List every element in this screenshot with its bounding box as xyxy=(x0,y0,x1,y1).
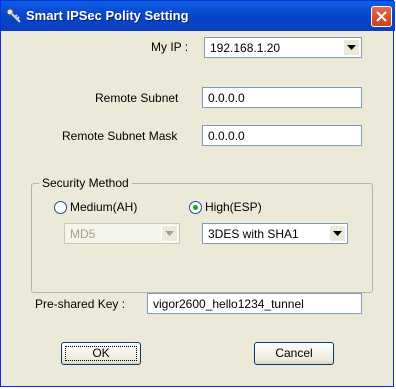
cancel-button[interactable]: Cancel xyxy=(254,342,334,365)
preshared-key-input[interactable]: vigor2600_hello1234_tunnel xyxy=(147,293,362,314)
remote-subnet-mask-label: Remote Subnet Mask xyxy=(62,129,178,143)
medium-ah-radio[interactable] xyxy=(54,201,67,214)
chevron-down-icon xyxy=(165,231,174,236)
medium-ah-label[interactable]: Medium(AH) xyxy=(70,200,137,214)
dropdown-arrow[interactable] xyxy=(329,225,346,242)
medium-algorithm-select: MD5 xyxy=(64,223,180,244)
radio-selected-dot xyxy=(193,205,198,210)
high-algorithm-value: 3DES with SHA1 xyxy=(208,227,299,241)
focus-rect xyxy=(65,346,137,361)
preshared-key-label: Pre-shared Key : xyxy=(35,297,126,311)
key-icon xyxy=(6,8,22,24)
high-esp-label[interactable]: High(ESP) xyxy=(205,200,262,214)
close-button[interactable] xyxy=(371,6,392,27)
remote-subnet-mask-input[interactable]: 0.0.0.0 xyxy=(202,125,362,146)
remote-subnet-label: Remote Subnet xyxy=(95,91,179,105)
chevron-down-icon xyxy=(347,45,356,50)
high-algorithm-select[interactable]: 3DES with SHA1 xyxy=(202,223,348,244)
high-esp-radio[interactable] xyxy=(189,201,202,214)
security-method-legend: Security Method xyxy=(39,176,132,190)
dialog-window: Smart IPSec Polity Setting My IP : 192.1… xyxy=(0,0,395,387)
title-bar[interactable]: Smart IPSec Polity Setting xyxy=(1,1,395,31)
dropdown-arrow[interactable] xyxy=(343,39,360,56)
chevron-down-icon xyxy=(333,231,342,236)
dialog-body: My IP : 192.168.1.20 Remote Subnet 0.0.0… xyxy=(4,31,392,385)
remote-subnet-input[interactable]: 0.0.0.0 xyxy=(202,87,362,108)
ok-button[interactable]: OK xyxy=(61,342,141,365)
cancel-button-label: Cancel xyxy=(275,346,313,360)
my-ip-select[interactable]: 192.168.1.20 xyxy=(204,37,362,58)
dropdown-arrow-disabled xyxy=(161,225,178,242)
my-ip-value: 192.168.1.20 xyxy=(210,41,281,55)
my-ip-label: My IP : xyxy=(151,40,189,54)
close-icon xyxy=(376,11,387,22)
window-title: Smart IPSec Polity Setting xyxy=(26,8,189,23)
medium-algorithm-value: MD5 xyxy=(70,227,96,241)
